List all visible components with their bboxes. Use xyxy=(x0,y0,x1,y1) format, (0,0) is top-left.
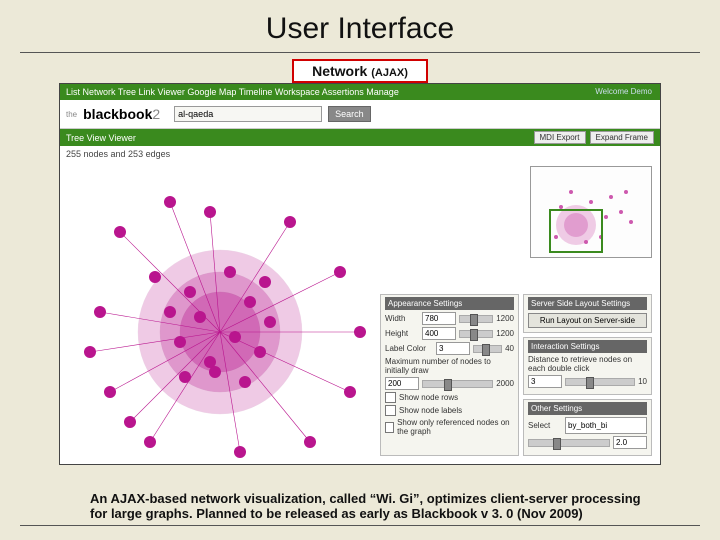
graph-stats: 255 nodes and 253 edges xyxy=(60,146,660,162)
cb3-label: Show only referenced nodes on the graph xyxy=(397,418,514,436)
interaction-panel: Interaction Settings Distance to retriev… xyxy=(523,337,652,395)
search-input[interactable] xyxy=(174,106,322,122)
footer-divider xyxy=(20,525,700,526)
cb-show-only-referenced[interactable] xyxy=(385,422,394,433)
welcome-text: Welcome Demo xyxy=(595,84,652,100)
brand-prefix: the xyxy=(66,110,77,119)
distance-slider[interactable] xyxy=(565,378,635,386)
app-window: List Network Tree Link Viewer Google Map… xyxy=(59,83,661,465)
width-max: 1200 xyxy=(496,314,514,323)
viewer-title: Tree View Viewer xyxy=(66,133,136,143)
zoom-slider[interactable] xyxy=(528,439,610,447)
menu-items[interactable]: List Network Tree Link Viewer Google Map… xyxy=(66,87,399,97)
select-label: Select xyxy=(528,421,562,430)
run-layout-button[interactable]: Run Layout on Server-side xyxy=(528,313,647,328)
app-menu-bar[interactable]: List Network Tree Link Viewer Google Map… xyxy=(60,84,660,100)
max-nodes-input[interactable] xyxy=(385,377,419,390)
distance-max: 10 xyxy=(638,377,647,386)
zoom-input[interactable] xyxy=(613,436,647,449)
other-panel-title: Other Settings xyxy=(528,402,647,415)
minimap-viewport[interactable] xyxy=(549,209,603,253)
interaction-panel-title: Interaction Settings xyxy=(528,340,647,353)
brand-bar: the blackbook2 Search xyxy=(60,100,660,129)
height-label: Height xyxy=(385,329,419,338)
height-max: 1200 xyxy=(496,329,514,338)
max-nodes-slider[interactable] xyxy=(422,380,493,388)
brand-version: 2 xyxy=(152,106,160,122)
width-slider[interactable] xyxy=(459,315,493,323)
title-divider xyxy=(20,52,700,53)
expand-frame-button[interactable]: Expand Frame xyxy=(590,131,654,144)
width-label: Width xyxy=(385,314,419,323)
label-color-label: Label Color xyxy=(385,344,433,353)
cb-show-node-labels[interactable] xyxy=(385,405,396,416)
label-color-max: 40 xyxy=(505,344,514,353)
export-button[interactable]: MDI Export xyxy=(534,131,586,144)
cb-show-node-rows[interactable] xyxy=(385,392,396,403)
overview-minimap[interactable] xyxy=(530,166,652,258)
settings-panels: Appearance Settings Width 1200 Height 12… xyxy=(380,294,652,456)
viewer-header: Tree View Viewer MDI Export Expand Frame xyxy=(60,129,660,146)
brand-logo: blackbook2 xyxy=(83,106,160,122)
label-color-input[interactable] xyxy=(436,342,470,355)
max-nodes-max: 2000 xyxy=(496,379,514,388)
tab-suffix: (AJAX) xyxy=(371,67,408,79)
cb2-label: Show node labels xyxy=(399,406,462,415)
height-slider[interactable] xyxy=(459,330,493,338)
height-input[interactable] xyxy=(422,327,456,340)
width-input[interactable] xyxy=(422,312,456,325)
layout-panel: Server Side Layout Settings Run Layout o… xyxy=(523,294,652,333)
other-panel: Other Settings Select xyxy=(523,399,652,456)
appearance-panel-title: Appearance Settings xyxy=(385,297,514,310)
slide-title: User Interface xyxy=(0,0,720,52)
brand-name: blackbook xyxy=(83,106,152,122)
label-color-slider[interactable] xyxy=(473,345,502,353)
max-nodes-label: Maximum number of nodes to initially dra… xyxy=(385,357,514,375)
visualization-area[interactable]: Appearance Settings Width 1200 Height 12… xyxy=(60,162,660,462)
search-button[interactable]: Search xyxy=(328,106,371,122)
appearance-panel: Appearance Settings Width 1200 Height 12… xyxy=(380,294,519,456)
tab-label: Network xyxy=(312,63,367,79)
layout-panel-title: Server Side Layout Settings xyxy=(528,297,647,310)
slide-caption: An AJAX-based network visualization, cal… xyxy=(90,492,660,522)
distance-input[interactable] xyxy=(528,375,562,388)
cb1-label: Show node rows xyxy=(399,393,458,402)
highlighted-tab: Network (AJAX) xyxy=(292,59,428,83)
distance-label: Distance to retrieve nodes on each doubl… xyxy=(528,355,647,373)
select-dropdown[interactable] xyxy=(565,417,647,434)
